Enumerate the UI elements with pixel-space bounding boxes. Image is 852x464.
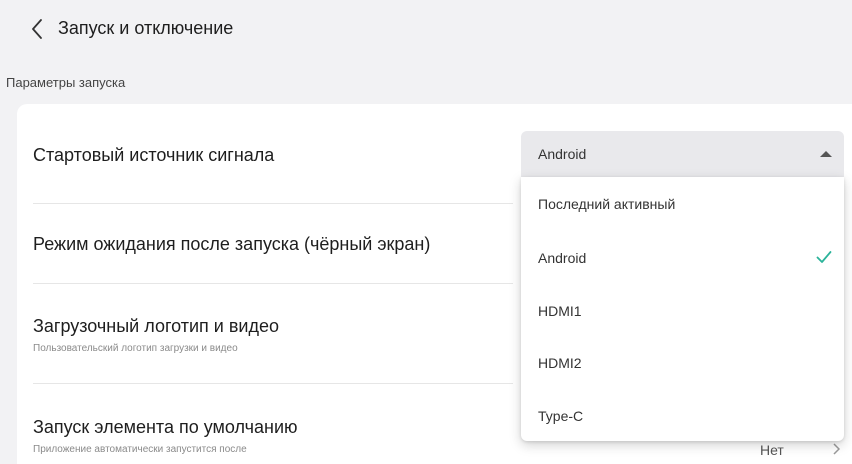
select-value: Android <box>538 146 587 162</box>
option-android[interactable]: Android <box>521 231 844 283</box>
option-type-c[interactable]: Type-C <box>521 389 844 441</box>
startup-source-select[interactable]: Android <box>521 131 844 177</box>
chevron-right-icon <box>832 442 841 458</box>
chevron-left-icon <box>31 19 43 39</box>
divider <box>33 203 513 204</box>
option-hdmi2[interactable]: HDMI2 <box>521 336 844 388</box>
section-title: Параметры запуска <box>6 75 126 90</box>
startup-source-dropdown: Последний активный Android HDMI1 HDMI2 T… <box>521 177 844 441</box>
header-bar: Запуск и отключение <box>0 0 852 58</box>
back-button[interactable] <box>26 17 48 41</box>
check-icon <box>816 250 832 264</box>
option-label: Последний активный <box>538 196 676 212</box>
page-title: Запуск и отключение <box>58 18 234 38</box>
divider <box>33 283 513 284</box>
option-label: Type-C <box>538 408 584 424</box>
option-hdmi1[interactable]: HDMI1 <box>521 284 844 336</box>
option-last-active[interactable]: Последний активный <box>521 177 844 229</box>
option-label: Android <box>538 250 587 266</box>
option-label: HDMI2 <box>538 355 582 371</box>
caret-up-icon <box>820 151 832 157</box>
row-value: Нет <box>760 442 784 458</box>
option-label: HDMI1 <box>538 303 582 319</box>
divider <box>33 383 513 384</box>
